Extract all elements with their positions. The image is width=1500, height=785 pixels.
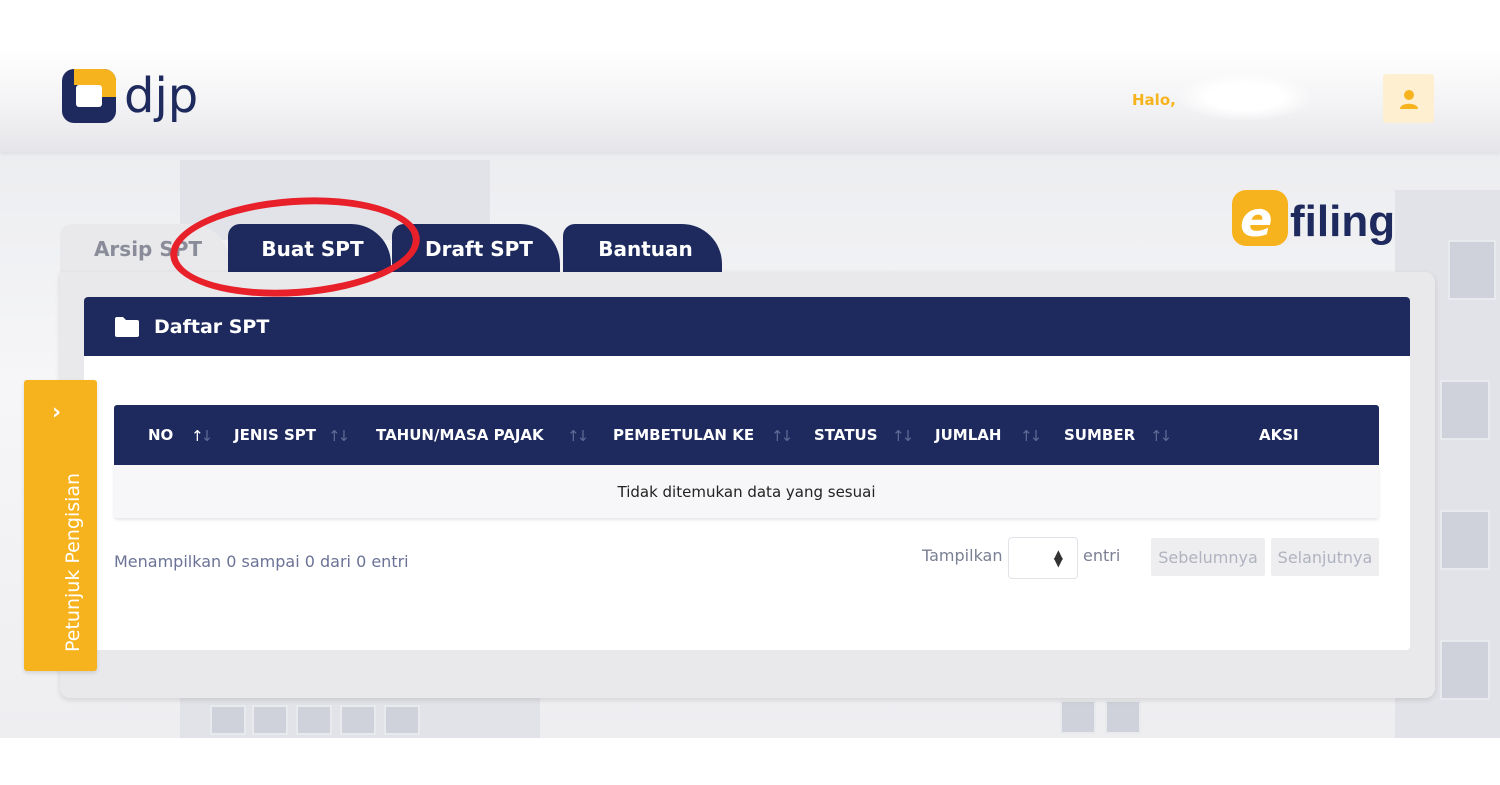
tab-bantuan[interactable]: Bantuan [563,224,722,274]
building-window [1105,700,1141,734]
folder-icon [115,316,139,337]
tab-label: Draft SPT [425,237,533,261]
column-label: TAHUN/MASA PAJAK [376,426,544,444]
efiling-logo: e filing [1232,190,1396,248]
page: djp Halo, e filing Arsip SPT Buat SPT Dr… [0,0,1500,785]
tab-label: Arsip SPT [93,237,203,261]
column-header-pembetulan-ke[interactable]: PEMBETULAN KE [613,405,754,465]
building-window [1060,700,1096,734]
djp-logo[interactable]: djp [60,66,198,126]
sort-icon[interactable]: ↑↓ [1150,427,1172,445]
building-window [1440,640,1490,700]
button-label: Selanjutnya [1277,547,1373,567]
tab-buat-spt[interactable]: Buat SPT [228,224,391,274]
building-window [210,705,246,735]
side-guide-label: Petunjuk Pengisian [62,472,84,652]
column-label: JUMLAH [935,426,1002,444]
spt-table: NO ↑↓ JENIS SPT ↑↓ TAHUN/MASA PAJAK ↑↓ P… [114,405,1379,518]
sort-icon[interactable]: ↑↓ [567,427,589,445]
column-header-tahun-masa-pajak[interactable]: TAHUN/MASA PAJAK [376,405,544,465]
sort-icon[interactable]: ↑↓ [191,427,213,445]
column-header-status[interactable]: STATUS [814,405,878,465]
column-label: STATUS [814,426,878,444]
petunjuk-pengisian-toggle[interactable]: › Petunjuk Pengisian [24,380,97,671]
length-suffix: entri [1083,546,1121,565]
efiling-word: filing [1290,197,1396,246]
building-window [1440,380,1490,440]
empty-table-row: Tidak ditemukan data yang sesuai [114,465,1379,518]
tab-label: Bantuan [598,237,693,261]
column-header-sumber[interactable]: SUMBER [1064,405,1135,465]
column-label: JENIS SPT [234,426,317,444]
entries-per-page-select[interactable]: ▲ ▼ [1008,537,1078,579]
select-caret-icon: ▲ ▼ [1053,547,1063,569]
sort-icon[interactable]: ↑↓ [1020,427,1042,445]
length-label: Tampilkan [922,546,1003,565]
tab-label: Buat SPT [261,237,364,261]
building-window [340,705,376,735]
column-label: AKSI [1259,426,1299,444]
spt-list-card: Daftar SPT NO ↑↓ JENIS SPT ↑↓ TAHUN/MASA… [84,297,1410,650]
tab-draft-spt[interactable]: Draft SPT [392,224,560,274]
empty-message: Tidak ditemukan data yang sesuai [617,482,876,501]
previous-page-button[interactable]: Sebelumnya [1151,538,1265,576]
tab-arsip-spt[interactable]: Arsip SPT [60,224,230,274]
sort-icon[interactable]: ↑↓ [328,427,350,445]
building-window [384,705,420,735]
building-window [1448,240,1496,300]
column-header-jenis-spt[interactable]: JENIS SPT [234,405,316,465]
user-icon [1399,89,1418,109]
building-window [1440,510,1490,570]
chevron-right-icon: › [52,400,62,425]
building-window [252,705,288,735]
column-header-aksi: AKSI [1259,405,1299,465]
card-title: Daftar SPT [154,315,270,338]
column-label: NO [148,426,174,444]
top-header: djp Halo, [0,48,1500,152]
column-label: SUMBER [1064,426,1136,444]
button-label: Sebelumnya [1158,547,1258,567]
column-header-jumlah[interactable]: JUMLAH [935,405,1001,465]
sort-icon[interactable]: ↑↓ [892,427,914,445]
building-window [296,705,332,735]
efiling-e: e [1240,192,1273,248]
table-info: Menampilkan 0 sampai 0 dari 0 entri [114,552,409,571]
next-page-button[interactable]: Selanjutnya [1271,538,1379,576]
column-label: PEMBETULAN KE [613,426,755,444]
table-header: NO ↑↓ JENIS SPT ↑↓ TAHUN/MASA PAJAK ↑↓ P… [114,405,1379,465]
username-redacted [1180,74,1310,120]
user-menu-button[interactable] [1383,74,1434,123]
logo-text: djp [124,68,199,124]
djp-logo-mark-icon [60,67,118,125]
greeting-text: Halo, [1132,91,1176,109]
efiling-mark-icon: e [1232,190,1288,248]
card-header: Daftar SPT [84,297,1410,356]
sort-icon[interactable]: ↑↓ [771,427,793,445]
main-panel: Daftar SPT NO ↑↓ JENIS SPT ↑↓ TAHUN/MASA… [60,272,1435,698]
column-header-no[interactable]: NO [148,405,173,465]
